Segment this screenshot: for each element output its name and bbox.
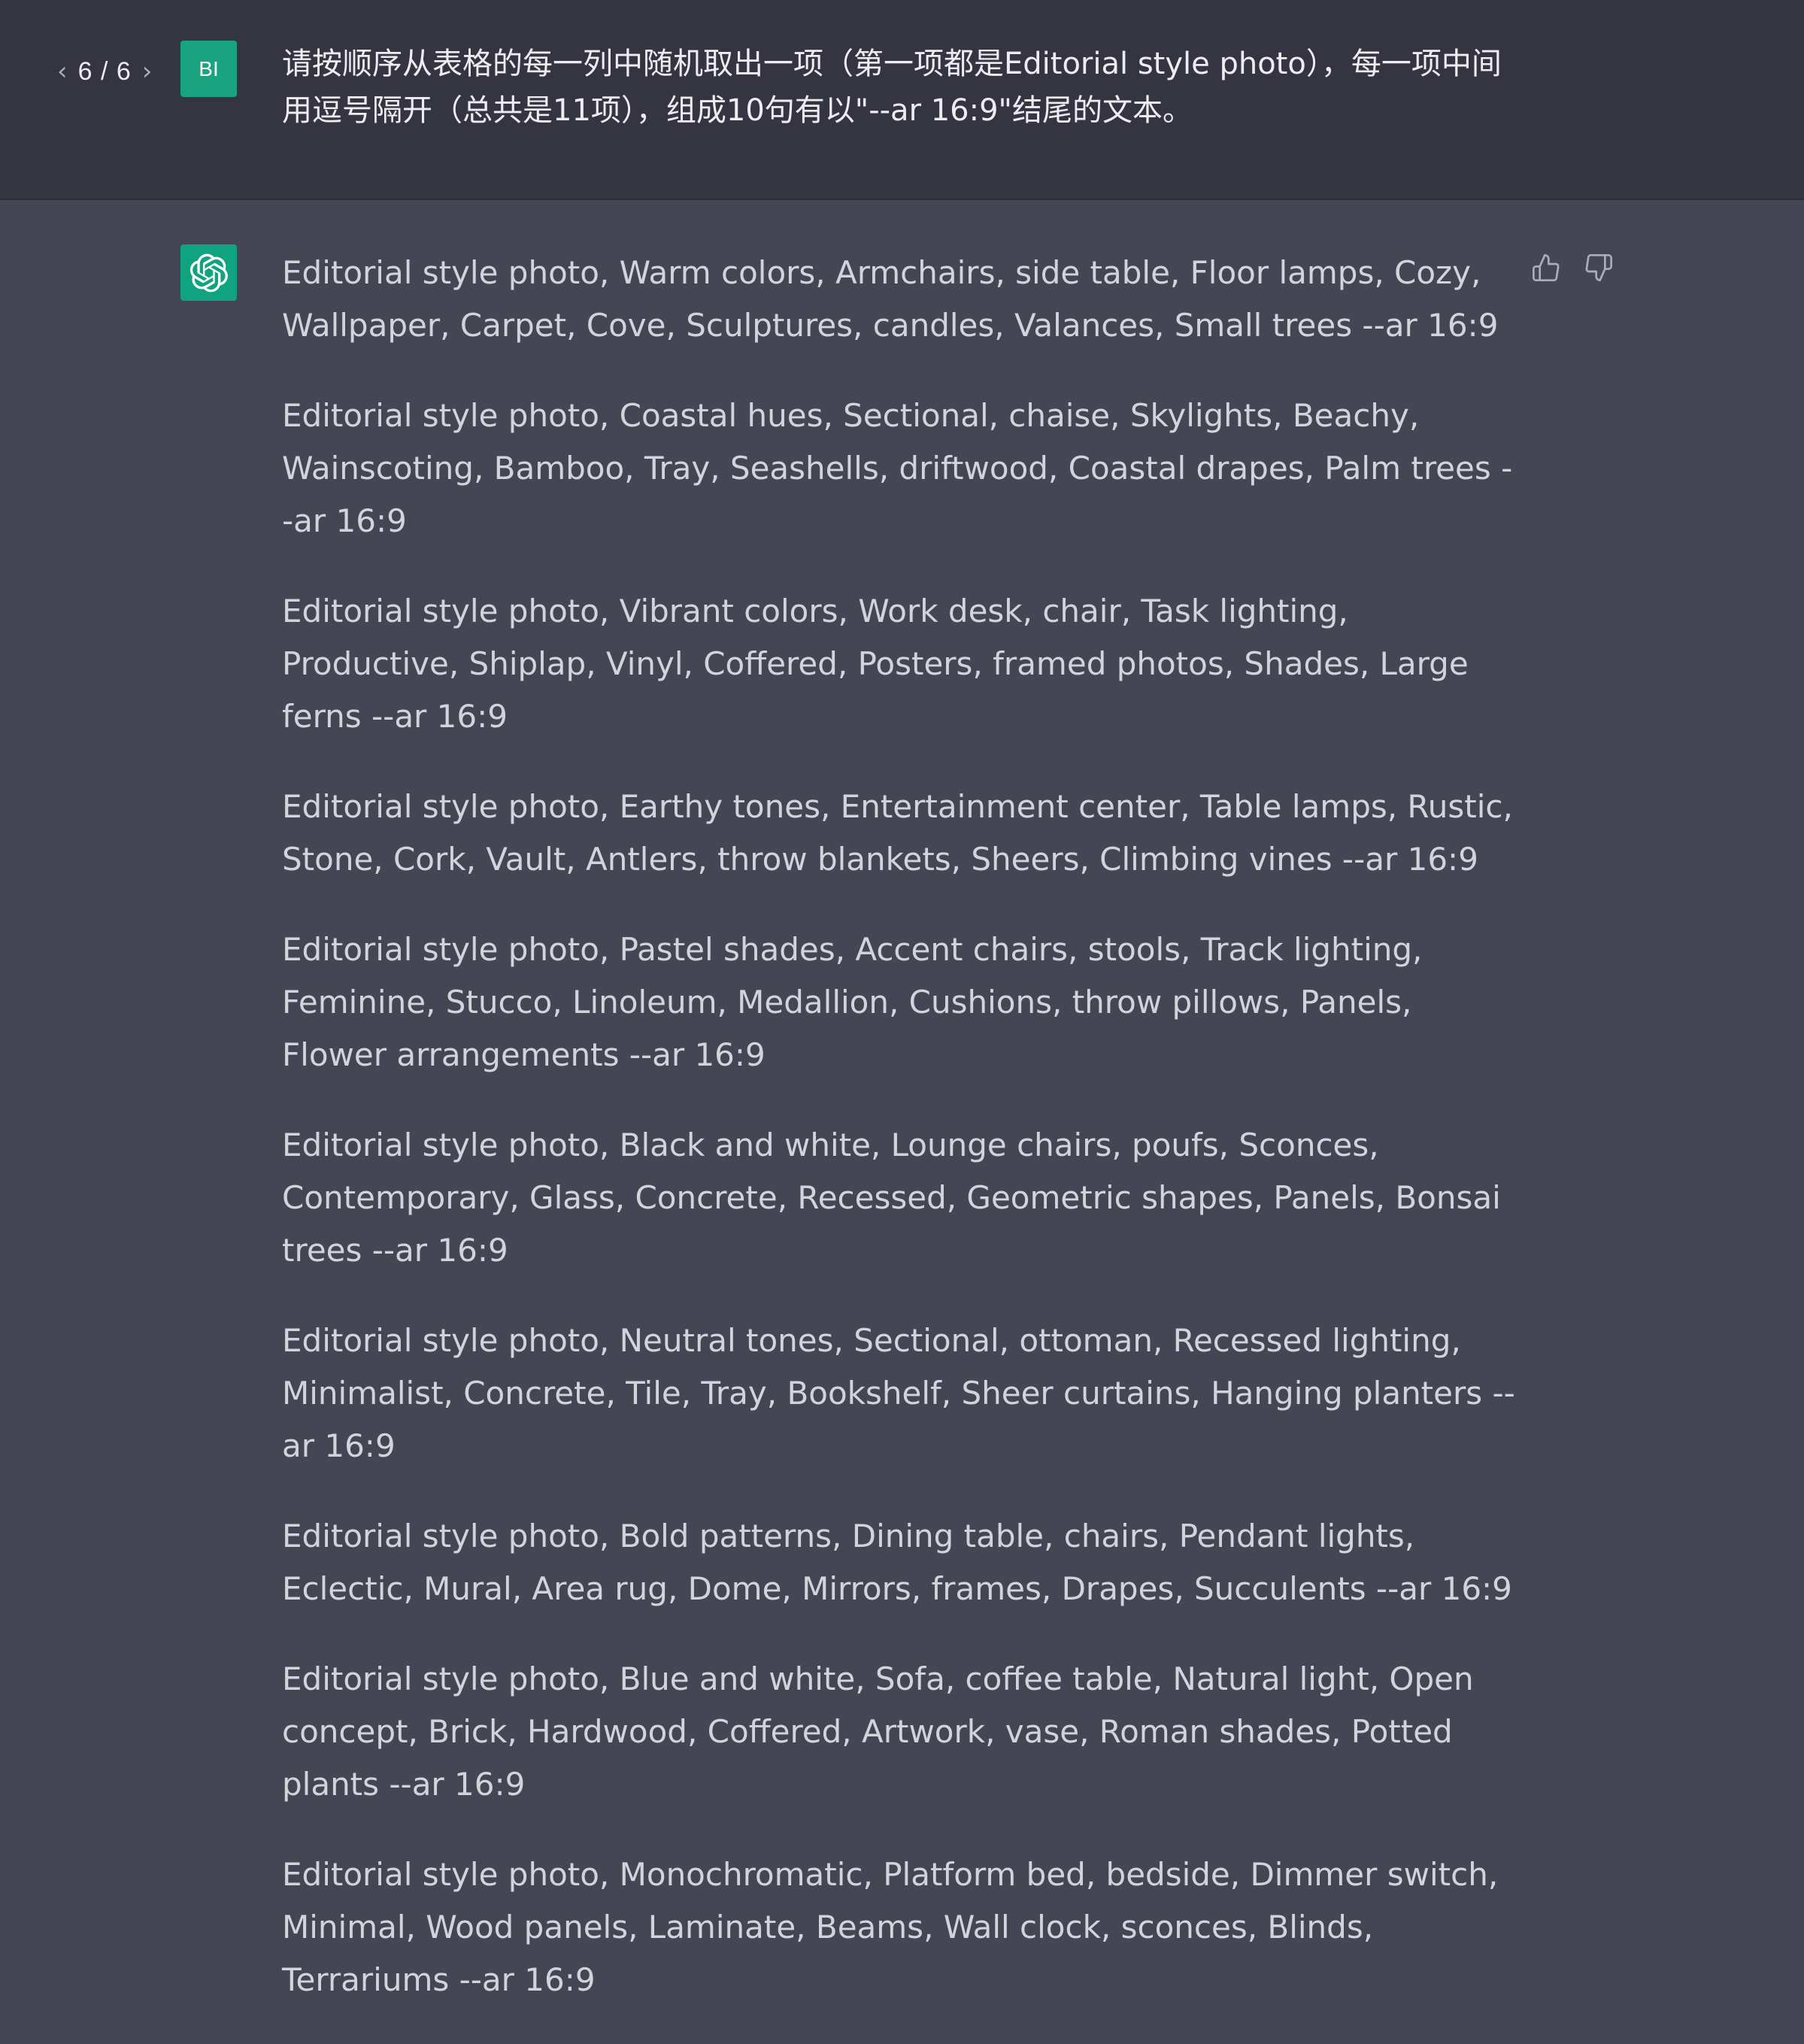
openai-logo-icon <box>180 244 237 301</box>
user-avatar: BI <box>180 41 237 97</box>
user-message-text: 请按顺序从表格的每一列中随机取出一项（第一项都是Editorial style … <box>282 47 1502 128</box>
answer-paragraph: Editorial style photo, Monochromatic, Pl… <box>282 1856 1499 1998</box>
assistant-message-row: Editorial style photo, Warm colors, Armc… <box>0 200 1804 1998</box>
user-avatar-initials: BI <box>199 56 219 80</box>
chevron-right-icon[interactable]: › <box>142 59 153 84</box>
answer-paragraph: Editorial style photo, Blue and white, S… <box>282 1660 1474 1803</box>
answer-paragraph: Editorial style photo, Neutral tones, Se… <box>282 1322 1515 1464</box>
answer-paragraph: Editorial style photo, Vibrant colors, W… <box>282 593 1469 735</box>
chevron-left-icon[interactable]: ‹ <box>57 59 68 84</box>
answer-paragraph: Editorial style photo, Earthy tones, Ent… <box>282 788 1513 878</box>
answer-paragraph: Editorial style photo, Black and white, … <box>282 1127 1501 1269</box>
thumbs-down-icon[interactable] <box>1582 251 1615 284</box>
answer-paragraph: Editorial style photo, Pastel shades, Ac… <box>282 931 1423 1073</box>
answer-paragraph: Editorial style photo, Coastal hues, Sec… <box>282 397 1513 539</box>
answer-paragraph: Editorial style photo, Bold patterns, Di… <box>282 1518 1512 1607</box>
assistant-answer: Editorial style photo, Warm colors, Armc… <box>282 247 1515 2044</box>
pager-count: 6 / 6 <box>77 56 132 86</box>
user-message-row: ‹ 6 / 6 › BI 请按顺序从表格的每一列中随机取出一项（第一项都是Edi… <box>0 0 1804 200</box>
thumbs-up-icon[interactable] <box>1530 251 1563 284</box>
response-pager: ‹ 6 / 6 › <box>57 53 152 90</box>
answer-paragraph: Editorial style photo, Warm colors, Armc… <box>282 254 1499 344</box>
